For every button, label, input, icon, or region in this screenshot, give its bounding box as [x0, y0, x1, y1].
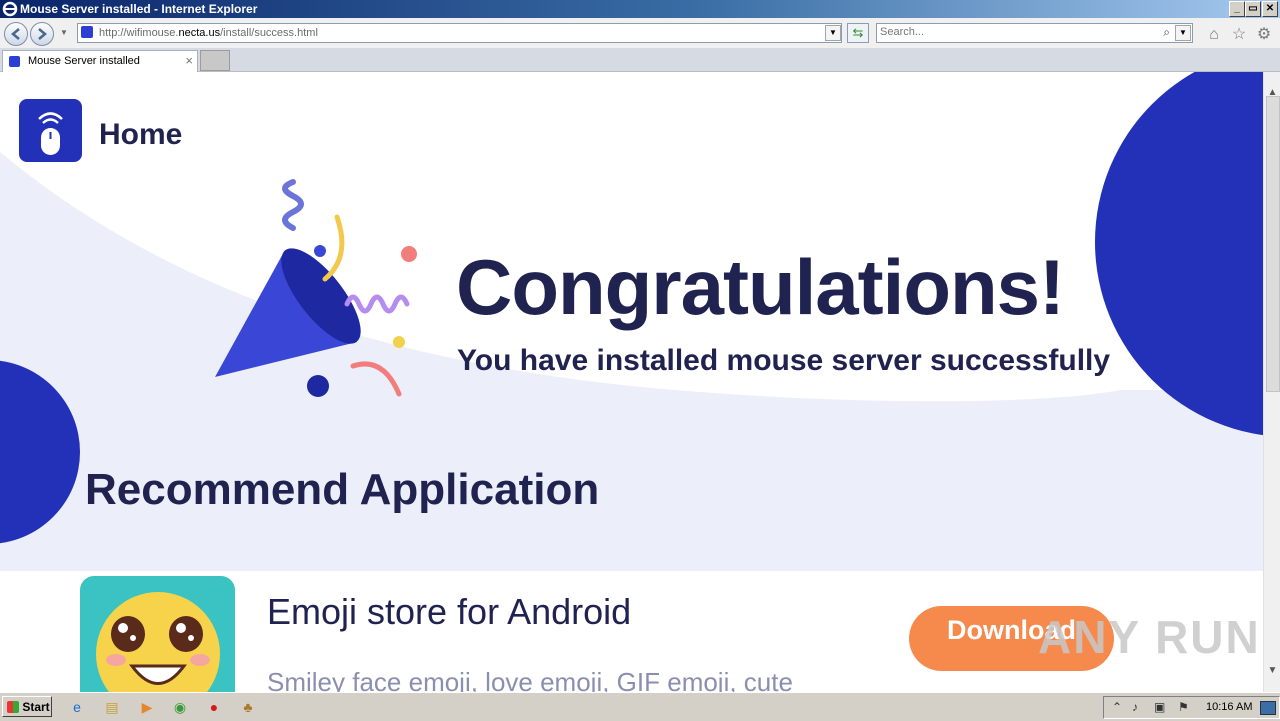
- flag-icon[interactable]: ⚑: [1178, 700, 1189, 714]
- close-tab-icon[interactable]: ×: [185, 53, 193, 68]
- emoji-app-thumbnail-icon[interactable]: [80, 576, 235, 692]
- clock: 10:16 AM: [1206, 701, 1253, 713]
- start-button[interactable]: Start: [2, 696, 52, 717]
- search-dropdown-icon[interactable]: ▼: [1175, 25, 1191, 41]
- favorites-star-icon[interactable]: ☆: [1230, 26, 1248, 44]
- scroll-down-icon[interactable]: ▼: [1264, 662, 1280, 679]
- system-tray: ⌃ ♪ ▣ ⚑ 10:16 AM: [1103, 696, 1280, 719]
- history-dropdown-icon[interactable]: ▼: [60, 28, 68, 37]
- tab-bar: Mouse Server installed ×: [0, 48, 1280, 72]
- chrome-icon[interactable]: ◉: [169, 697, 191, 717]
- forward-arrow-icon: [38, 28, 47, 40]
- search-box[interactable]: ⌕ ▼: [876, 23, 1193, 43]
- restore-button[interactable]: ▭: [1245, 1, 1261, 17]
- vertical-scrollbar[interactable]: ▲ ▼: [1263, 72, 1280, 692]
- anyrun-watermark: ANY RUN: [1038, 611, 1261, 663]
- window-titlebar: Mouse Server installed - Internet Explor…: [0, 0, 1280, 18]
- recommend-section-title: Recommend Application: [85, 465, 600, 514]
- page-viewport: Home Congratulations! You have installed…: [0, 72, 1263, 692]
- wifi-mouse-logo-icon: [19, 99, 82, 162]
- app-description: Smiley face emoji, love emoji, GIF emoji…: [267, 667, 793, 692]
- minimize-button[interactable]: _: [1229, 1, 1245, 17]
- opera-icon[interactable]: ●: [203, 697, 225, 717]
- refresh-button[interactable]: ⇆: [847, 23, 869, 43]
- success-subheading: You have installed mouse server successf…: [457, 344, 1111, 377]
- search-icon[interactable]: ⌕: [1163, 25, 1170, 40]
- volume-icon[interactable]: ♪: [1132, 700, 1138, 714]
- scrollbar-thumb[interactable]: [1266, 96, 1280, 392]
- back-arrow-icon: [11, 28, 20, 40]
- address-url[interactable]: http://wifimouse.necta.us/install/succes…: [99, 27, 318, 39]
- up-arrow-icon[interactable]: ⌃: [1112, 700, 1122, 714]
- network-icon[interactable]: ▣: [1154, 700, 1165, 714]
- party-popper-illustration: [215, 179, 417, 397]
- window-title: Mouse Server installed - Internet Explor…: [20, 2, 258, 16]
- search-input[interactable]: [880, 25, 1150, 39]
- windows-flag-icon: [7, 701, 20, 713]
- address-bar[interactable]: http://wifimouse.necta.us/install/succes…: [77, 23, 842, 43]
- home-label: Home: [99, 118, 183, 151]
- media-player-icon[interactable]: ▶: [136, 697, 158, 717]
- ie-icon[interactable]: e: [66, 697, 88, 717]
- tab-favicon-icon: [9, 56, 20, 67]
- new-tab-button[interactable]: [200, 50, 230, 71]
- app-name[interactable]: Emoji store for Android: [267, 591, 631, 633]
- tab-label: Mouse Server installed: [28, 55, 140, 67]
- navigation-bar: ▼ http://wifimouse.necta.us/install/succ…: [0, 18, 1280, 49]
- forward-button[interactable]: [30, 22, 54, 46]
- ie-logo-icon: [2, 1, 18, 17]
- close-window-button[interactable]: ✕: [1262, 1, 1278, 17]
- tab-mouse-server-installed[interactable]: Mouse Server installed ×: [2, 50, 198, 72]
- back-button[interactable]: [4, 22, 28, 46]
- address-dropdown-icon[interactable]: ▼: [825, 25, 841, 41]
- home-icon[interactable]: ⌂: [1205, 26, 1223, 44]
- app-icon[interactable]: ♣: [237, 697, 259, 717]
- site-favicon-icon: [81, 26, 93, 38]
- tools-gear-icon[interactable]: ⚙: [1255, 26, 1273, 44]
- explorer-icon[interactable]: ▤: [101, 697, 123, 717]
- congratulations-heading: Congratulations!: [456, 243, 1065, 331]
- windows-taskbar: Start e ▤ ▶ ◉ ● ♣ ⌃ ♪ ▣ ⚑ 10:16 AM: [0, 692, 1280, 721]
- show-desktop-icon[interactable]: [1260, 701, 1276, 715]
